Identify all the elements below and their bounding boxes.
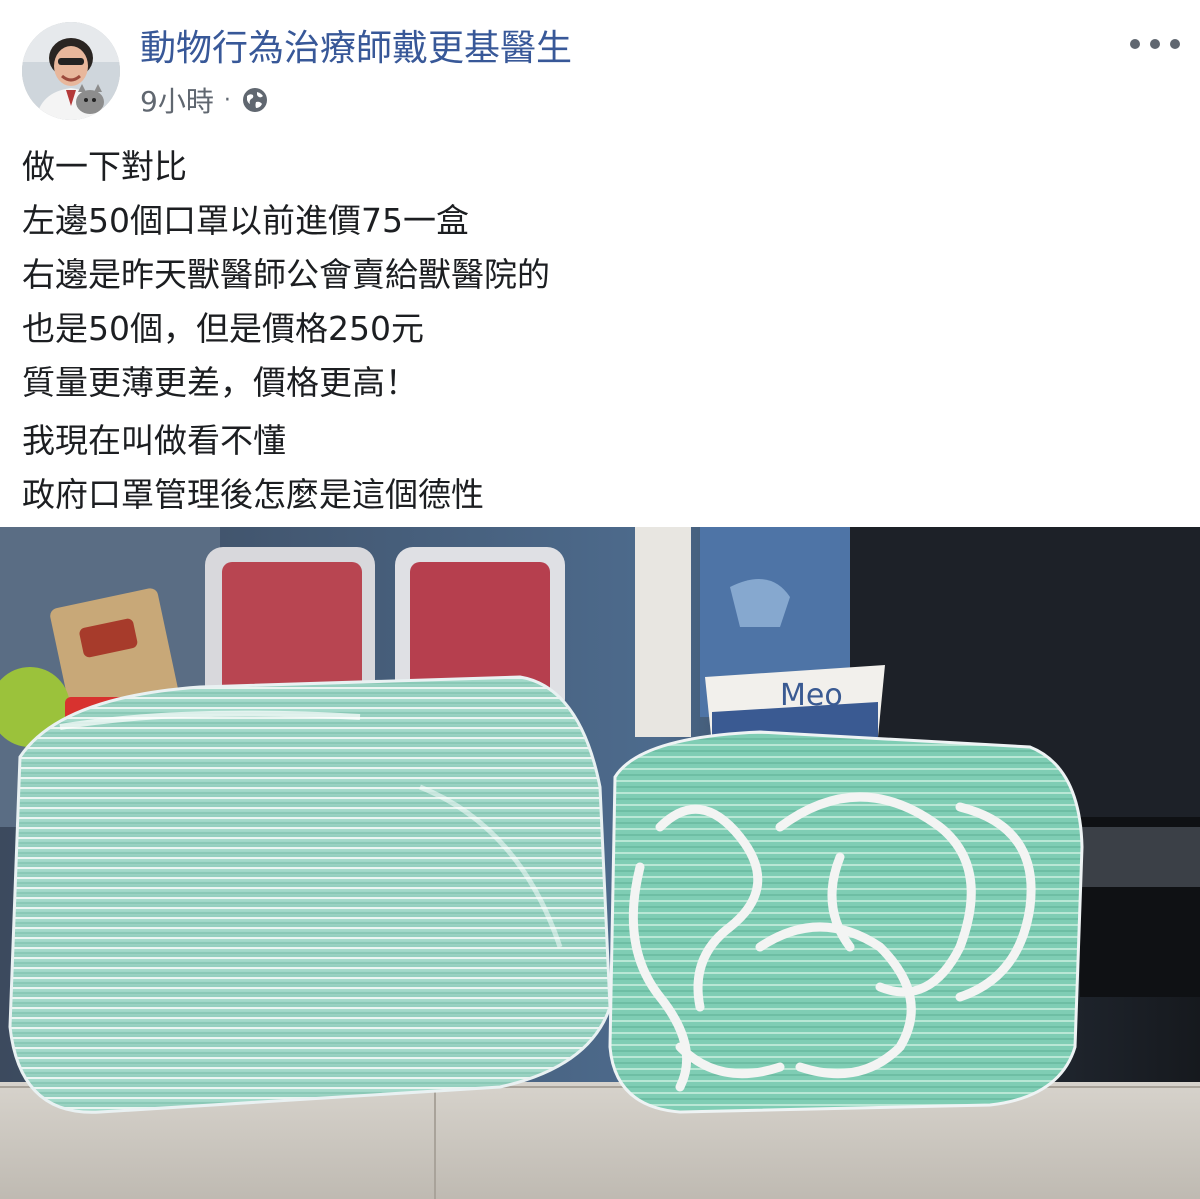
post-line: 左邊50個口罩以前進價75一盒 — [22, 201, 469, 240]
post-line: 做一下對比 — [22, 147, 187, 186]
more-dot-icon — [1170, 39, 1180, 49]
post-photo[interactable]: Meo — [0, 527, 1200, 1199]
more-dot-icon — [1130, 39, 1140, 49]
post-paragraph: 我現在叫做看不懂 政府口罩管理後怎麼是這個德性 — [22, 414, 1172, 522]
post-line: 質量更薄更差，價格更高！ — [22, 363, 418, 402]
post-line: 政府口罩管理後怎麼是這個德性 — [22, 475, 484, 514]
globe-icon[interactable] — [241, 86, 269, 114]
more-dot-icon — [1150, 39, 1160, 49]
cup-label: Meo — [780, 678, 843, 713]
author-name[interactable]: 動物行為治療師戴更基醫生 — [140, 26, 572, 72]
more-options-button[interactable] — [1130, 34, 1180, 54]
post-timestamp[interactable]: 9小時 — [140, 80, 214, 120]
facebook-post: 動物行為治療師戴更基醫生 9小時 · 做一下對比 左邊50個口罩以前進價75一盒 — [0, 0, 1200, 1199]
post-body: 做一下對比 左邊50個口罩以前進價75一盒 右邊是昨天獸醫師公會賣給獸醫院的 也… — [22, 140, 1172, 522]
post-paragraph: 做一下對比 左邊50個口罩以前進價75一盒 右邊是昨天獸醫師公會賣給獸醫院的 也… — [22, 140, 1172, 410]
post-line: 右邊是昨天獸醫師公會賣給獸醫院的 — [22, 255, 550, 294]
post-line: 也是50個，但是價格250元 — [22, 309, 424, 348]
masks-photo: Meo — [0, 527, 1200, 1199]
post-meta: 9小時 · — [140, 80, 269, 120]
avatar-image — [22, 22, 120, 120]
meta-separator: · — [223, 87, 231, 113]
post-line: 我現在叫做看不懂 — [22, 421, 286, 460]
post-header: 動物行為治療師戴更基醫生 9小時 · — [22, 22, 1180, 122]
author-avatar[interactable] — [22, 22, 120, 120]
